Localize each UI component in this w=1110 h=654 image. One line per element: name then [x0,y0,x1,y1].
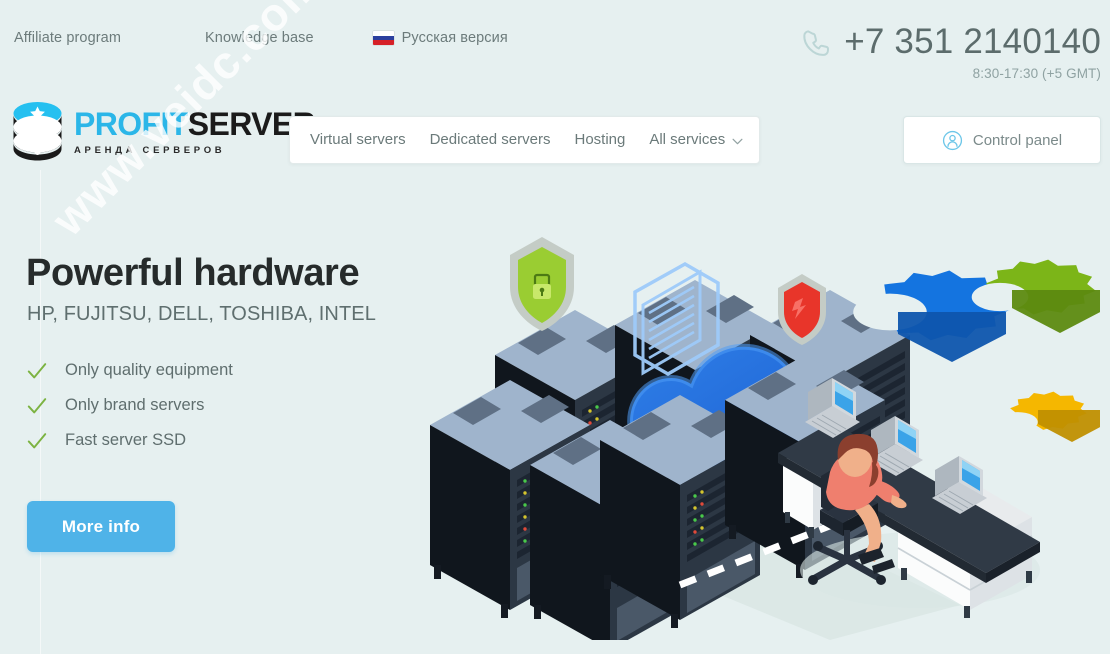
feature-item: Only quality equipment [26,353,233,388]
isometric-datacenter-illustration [400,210,1100,640]
feature-label: Only brand servers [65,396,205,414]
database-star-icon [13,102,62,161]
phone-working-hours: 8:30-17:30 (+5 GMT) [972,66,1101,81]
phone-block: +7 351 2140140 8:30-17:30 (+5 GMT) [800,22,1101,81]
feature-item: Fast server SSD [26,423,233,458]
knowledge-base-link[interactable]: Knowledge base [205,30,314,46]
feature-item: Only brand servers [26,388,233,423]
logo-tagline: АРЕНДА СЕРВЕРОВ [74,144,226,156]
landing-page: Affiliate program Knowledge base Русская… [0,0,1110,654]
logo-text: PROFITSERVER АРЕНДА СЕРВЕРОВ [74,105,316,156]
nav-item-dedicated-servers[interactable]: Dedicated servers [418,117,563,163]
logo-title: PROFITSERVER [74,105,316,142]
affiliate-program-link[interactable]: Affiliate program [14,30,121,46]
logo-word-profit: PROFIT [74,105,188,142]
check-icon [27,362,47,378]
user-circle-icon [942,130,962,150]
nav-item-virtual-servers[interactable]: Virtual servers [306,117,418,163]
nav-item-hosting[interactable]: Hosting [562,117,637,163]
top-utility-bar: Affiliate program Knowledge base Русская… [0,0,1110,92]
control-panel-button[interactable]: Control panel [903,116,1101,164]
yellow-gear [998,391,1100,442]
more-info-button[interactable]: More info [27,501,175,552]
russian-version-label: Русская версия [401,30,508,46]
phone-icon [803,30,830,56]
main-navigation: Virtual servers Dedicated servers Hostin… [289,116,760,164]
hero-title: Powerful hardware [26,252,360,294]
feature-list: Only quality equipment Only brand server… [26,353,233,458]
top-links-group: Affiliate program Knowledge base Русская… [14,30,508,46]
russian-version-link[interactable]: Русская версия [372,30,508,46]
russian-flag-icon [372,31,394,45]
hero-subtitle: HP, FUJITSU, DELL, TOSHIBA, INTEL [27,303,376,325]
check-icon [27,397,47,413]
nav-item-all-services-label: All services [649,131,726,148]
check-icon [27,432,47,448]
feature-label: Fast server SSD [65,431,187,449]
phone-number[interactable]: +7 351 2140140 [844,22,1101,62]
phone-row: +7 351 2140140 [800,22,1101,62]
feature-label: Only quality equipment [65,361,233,379]
chevron-down-icon [732,138,743,144]
control-panel-label: Control panel [972,131,1063,149]
nav-item-all-services[interactable]: All services [637,117,755,163]
site-logo[interactable]: PROFITSERVER АРЕНДА СЕРВЕРОВ [12,100,316,162]
